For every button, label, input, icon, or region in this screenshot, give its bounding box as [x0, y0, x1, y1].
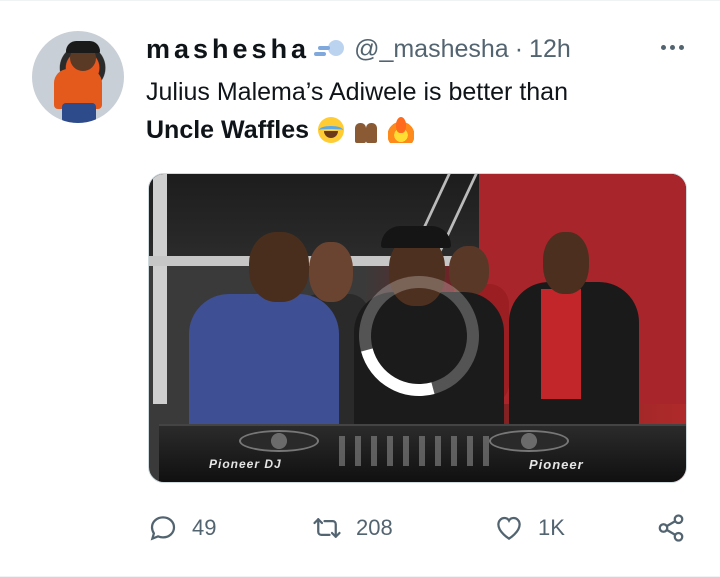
like-button[interactable]: 1K: [494, 507, 565, 549]
avatar-cap: [66, 41, 100, 53]
brand-label-left: Pioneer DJ: [209, 457, 282, 471]
right-platter: [489, 430, 569, 452]
avatar-legs: [62, 103, 96, 123]
reply-count: 49: [192, 515, 217, 540]
left-platter: [239, 430, 319, 452]
media-pole: [153, 174, 167, 404]
face-with-tears-of-joy-icon: [317, 117, 344, 143]
reply-button[interactable]: 49: [148, 507, 216, 549]
retweet-count: 208: [356, 515, 393, 540]
share-button[interactable]: [656, 507, 686, 549]
person-1-head: [249, 232, 309, 302]
tweet-text-line1: Julius Malema’s Adiwele is better than: [146, 78, 568, 106]
mixer-knobs: [339, 436, 489, 466]
tweet-text-bold: Uncle Waffles: [146, 116, 310, 144]
display-name[interactable]: mashesha: [146, 34, 310, 65]
person-2-head: [309, 242, 353, 302]
person-5-head: [543, 232, 589, 294]
person-5-shirt: [541, 289, 581, 399]
tweet-actions: 49 208 1K: [148, 507, 696, 549]
person-3-cap: [381, 226, 451, 248]
avatar[interactable]: [32, 31, 124, 123]
heart-icon: [497, 516, 521, 540]
share-icon: [658, 514, 684, 542]
tweet-text: Julius Malema’s Adiwele is better than U…: [146, 73, 686, 149]
more-options-icon[interactable]: [650, 31, 694, 63]
brand-label-right: Pioneer: [529, 457, 584, 472]
dash-emoji-icon: [314, 36, 346, 62]
separator-dot: ·: [514, 34, 524, 63]
like-count: 1K: [538, 515, 565, 540]
tweet-text-line2: Uncle Waffles: [146, 111, 686, 149]
retweet-icon: [313, 518, 341, 538]
retweet-button[interactable]: 208: [312, 507, 393, 549]
user-handle[interactable]: @_mashesha: [354, 35, 509, 64]
reply-icon: [150, 516, 176, 541]
video-media[interactable]: Pioneer DJ Pioneer: [148, 173, 687, 483]
raising-hands-icon: [353, 117, 379, 143]
timestamp[interactable]: 12h: [529, 35, 571, 64]
fire-icon: [387, 117, 414, 143]
tweet[interactable]: mashesha @_mashesha · 12h Julius Malema’…: [0, 0, 720, 577]
tweet-header: mashesha @_mashesha · 12h: [146, 31, 571, 67]
